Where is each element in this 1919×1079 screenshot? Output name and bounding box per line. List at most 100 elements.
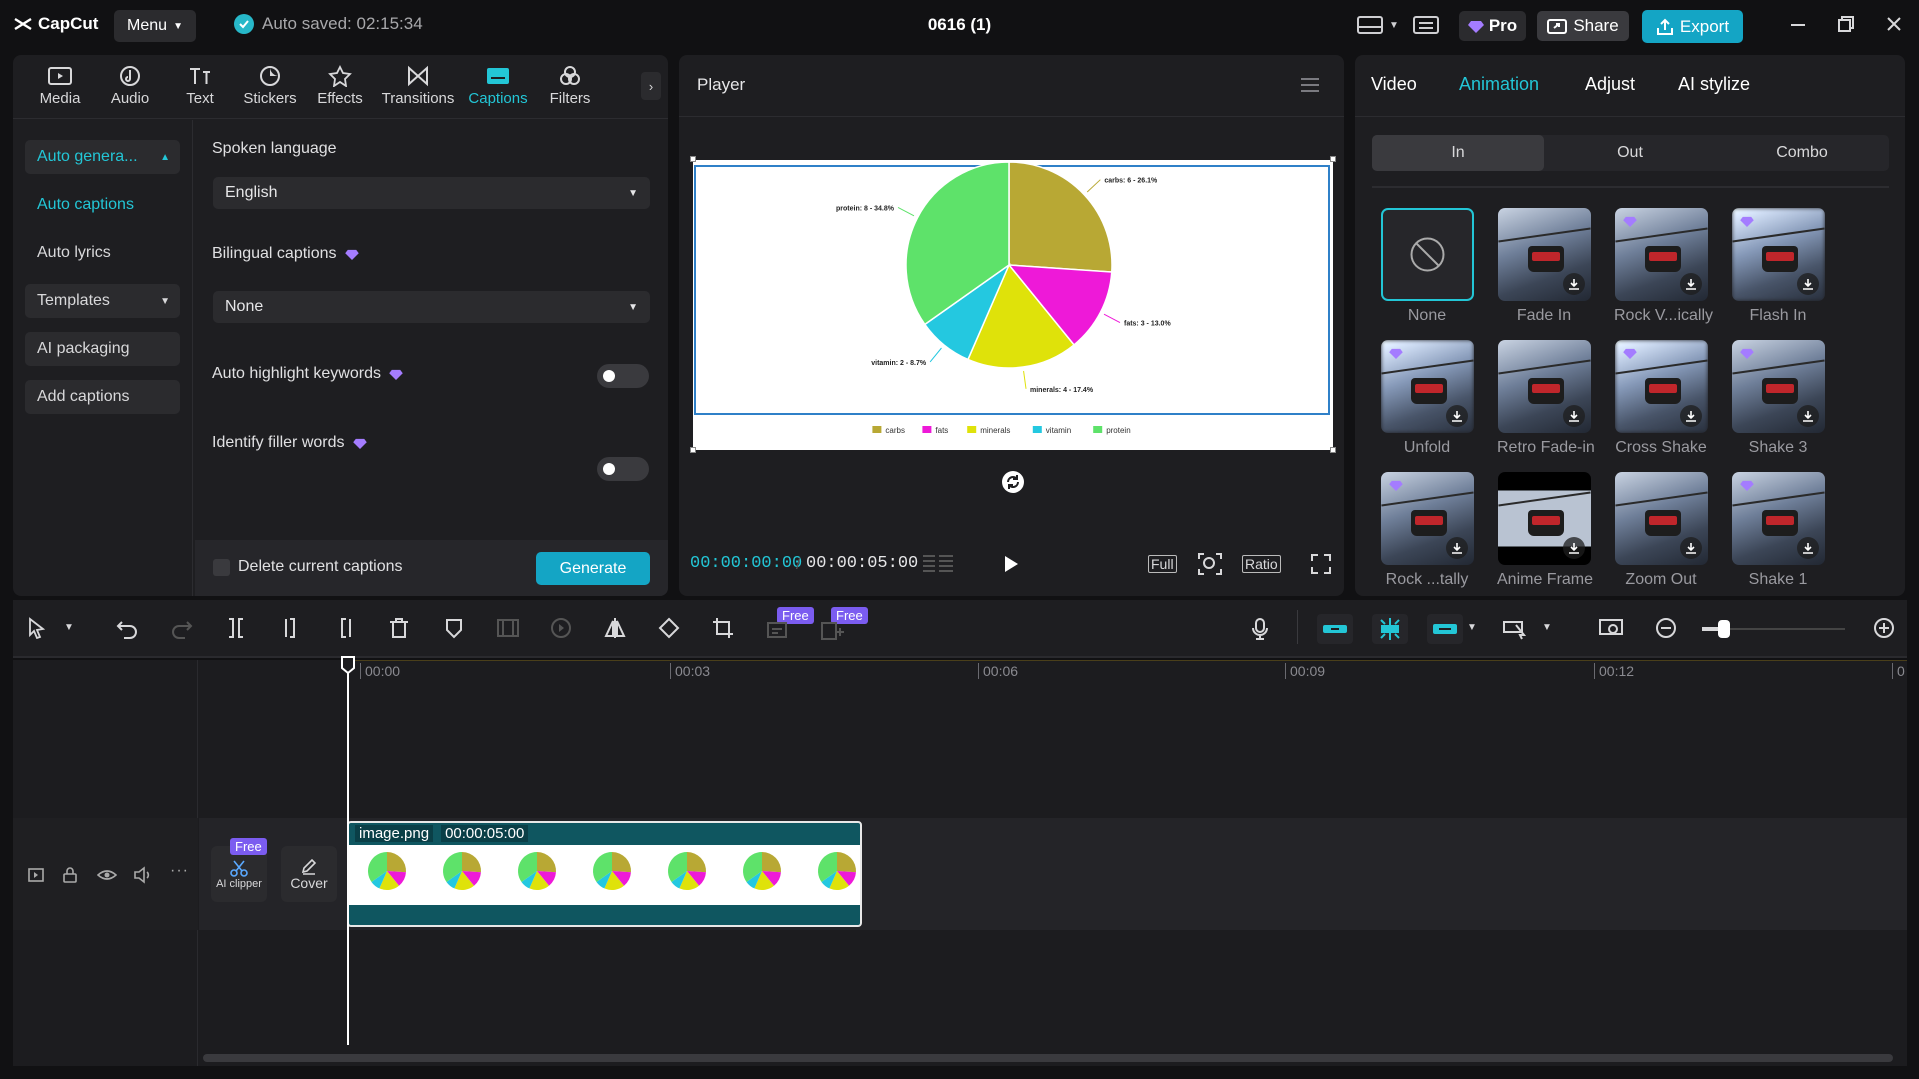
main-track-magnet-button[interactable] — [1317, 614, 1353, 644]
animation-item[interactable]: Zoom Out — [1614, 472, 1708, 589]
animation-item[interactable]: None — [1380, 208, 1474, 325]
tab-video[interactable]: Video — [1371, 74, 1417, 95]
chevron-down-icon[interactable]: ▼ — [1542, 622, 1552, 633]
playhead-handle[interactable] — [340, 655, 356, 675]
resize-handle[interactable] — [690, 447, 696, 453]
sidebar-item-auto-lyrics[interactable]: Auto lyrics — [25, 236, 180, 270]
zoom-slider-thumb[interactable] — [1718, 620, 1730, 638]
undo-icon[interactable] — [116, 617, 138, 639]
preview-axis-icon[interactable] — [1502, 617, 1530, 641]
volume-icon[interactable] — [133, 866, 153, 884]
zoom-in-icon[interactable] — [1873, 617, 1895, 639]
tab-adjust[interactable]: Adjust — [1585, 74, 1635, 95]
auto-caption-icon[interactable] — [766, 620, 790, 642]
animation-item[interactable]: Fade In — [1497, 208, 1591, 325]
highlight-keywords-toggle[interactable] — [597, 364, 649, 388]
download-icon[interactable] — [1562, 273, 1585, 295]
resize-handle[interactable] — [690, 156, 696, 162]
play-icon[interactable] — [1001, 553, 1021, 575]
tool-stickers[interactable]: Stickers — [235, 54, 305, 118]
share-button[interactable]: Share — [1537, 11, 1629, 41]
full-button[interactable]: Full — [1148, 555, 1177, 573]
animation-item[interactable]: Shake 1 — [1731, 472, 1825, 589]
download-icon[interactable] — [1796, 405, 1819, 427]
download-icon[interactable] — [1562, 405, 1585, 427]
segment-combo[interactable]: Combo — [1716, 135, 1888, 171]
layout-icon[interactable] — [1357, 15, 1383, 35]
download-icon[interactable] — [1679, 273, 1702, 295]
lock-icon[interactable] — [62, 866, 78, 884]
project-title[interactable]: 0616 (1) — [0, 15, 1919, 35]
tool-media[interactable]: Media — [25, 54, 95, 118]
sidebar-item-templates[interactable]: Templates ▼ — [25, 284, 180, 318]
rotate-clip-icon[interactable] — [658, 617, 680, 639]
generate-button[interactable]: Generate — [536, 552, 650, 585]
snap-button[interactable] — [1372, 614, 1408, 644]
sidebar-item-auto-captions[interactable]: Auto captions — [25, 188, 180, 222]
tool-captions[interactable]: Captions — [461, 54, 535, 118]
tool-transitions[interactable]: Transitions — [375, 54, 461, 118]
download-icon[interactable] — [1796, 273, 1819, 295]
chevron-down-icon[interactable]: ▼ — [1467, 622, 1477, 633]
sidebar-item-ai-packaging[interactable]: AI packaging — [25, 332, 180, 366]
animation-item[interactable]: Retro Fade-in — [1497, 340, 1595, 457]
zoom-to-fit-icon[interactable] — [1598, 617, 1624, 639]
video-canvas[interactable]: carbs: 6 - 26.1% fats: 3 - 13.0% minerals:… — [693, 160, 1333, 450]
crop-icon[interactable] — [712, 617, 734, 639]
bilingual-select[interactable]: None ▼ — [213, 291, 650, 323]
resize-handle[interactable] — [1330, 156, 1336, 162]
spoken-language-select[interactable]: English ▼ — [213, 177, 650, 209]
download-icon[interactable] — [1445, 405, 1468, 427]
more-icon[interactable]: ··· — [170, 862, 189, 880]
fullscreen-icon[interactable] — [1310, 553, 1332, 575]
video-clip[interactable]: image.png 00:00:05:00 — [347, 821, 862, 927]
reverse-icon[interactable] — [550, 617, 572, 639]
download-icon[interactable] — [1679, 405, 1702, 427]
zoom-out-icon[interactable] — [1655, 617, 1677, 639]
eye-icon[interactable] — [97, 867, 117, 883]
tool-filters[interactable]: Filters — [535, 54, 605, 118]
animation-item[interactable]: Shake 3 — [1731, 340, 1825, 457]
freeze-icon[interactable] — [496, 617, 520, 639]
tool-effects[interactable]: Effects — [305, 54, 375, 118]
split-left-icon[interactable] — [280, 617, 302, 639]
tab-ai-stylize[interactable]: AI stylize — [1678, 74, 1750, 95]
download-icon[interactable] — [1796, 537, 1819, 559]
delete-icon[interactable] — [388, 617, 410, 639]
delete-captions-option[interactable]: Delete current captions — [213, 558, 403, 576]
animation-item[interactable]: Rock V...ically — [1614, 208, 1713, 325]
cover-toggle-icon[interactable] — [27, 866, 45, 884]
restore-icon[interactable] — [1837, 15, 1855, 33]
split-icon[interactable] — [225, 617, 247, 639]
delete-captions-checkbox[interactable] — [213, 558, 230, 576]
animation-item[interactable]: Flash In — [1731, 208, 1825, 325]
animation-item[interactable]: Cross Shake — [1614, 340, 1708, 457]
chevron-down-icon[interactable]: ▼ — [64, 622, 74, 633]
split-right-icon[interactable] — [334, 617, 356, 639]
animation-item[interactable]: Anime Frame — [1497, 472, 1593, 589]
sidebar-item-add-captions[interactable]: Add captions — [25, 380, 180, 414]
tool-text[interactable]: Text — [165, 54, 235, 118]
download-icon[interactable] — [1679, 537, 1702, 559]
hamburger-icon[interactable] — [1299, 76, 1321, 94]
animation-item[interactable]: Rock ...tally — [1380, 472, 1474, 589]
segment-out[interactable]: Out — [1544, 135, 1716, 171]
keyboard-icon[interactable] — [1412, 15, 1439, 35]
smart-crop-icon[interactable] — [820, 620, 844, 642]
waveform-icon[interactable] — [921, 552, 955, 576]
animation-item[interactable]: Unfold — [1380, 340, 1474, 457]
download-icon[interactable] — [1445, 537, 1468, 559]
redo-icon[interactable] — [171, 617, 193, 639]
filler-words-toggle[interactable] — [597, 457, 649, 481]
mirror-icon[interactable] — [604, 617, 626, 639]
cover-button[interactable]: Cover — [281, 846, 337, 902]
tab-animation[interactable]: Animation — [1459, 74, 1539, 95]
tool-audio[interactable]: Audio — [95, 54, 165, 118]
link-button[interactable] — [1427, 614, 1463, 644]
rotate-icon[interactable] — [1001, 470, 1025, 494]
tools-scroll-right[interactable]: › — [641, 72, 661, 100]
resize-handle[interactable] — [1330, 447, 1336, 453]
marker-icon[interactable] — [443, 617, 465, 639]
pro-button[interactable]: Pro — [1459, 11, 1526, 41]
select-pointer-icon[interactable] — [27, 617, 47, 639]
